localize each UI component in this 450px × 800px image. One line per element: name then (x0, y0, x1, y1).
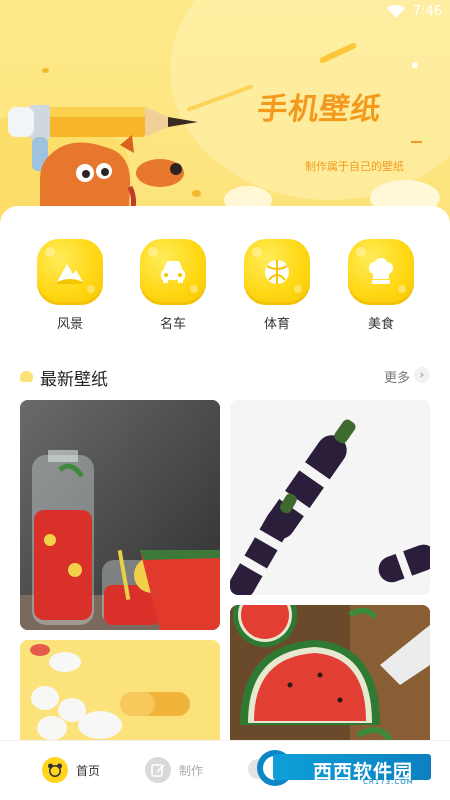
banner-subtitle: 制作属于自己的壁纸 (305, 160, 404, 173)
nav-make[interactable]: 制作 (145, 757, 203, 783)
header-banner: 7:46 手机壁纸 制作属于自己的壁纸 (0, 0, 450, 230)
status-bar: 7:46 (386, 4, 442, 19)
ball-icon (265, 260, 289, 284)
watermelon-slices-image (230, 605, 430, 760)
decor-dot (42, 68, 49, 73)
wallpaper-tile[interactable] (230, 400, 430, 595)
section-bullet-icon (20, 371, 33, 382)
mountain-icon (57, 264, 83, 284)
watermark-sub: CR173.COM (363, 778, 414, 786)
nav-home-label: 首页 (76, 763, 101, 778)
category-sports[interactable]: 体育 (242, 239, 312, 332)
chevron-right-icon[interactable]: › (414, 367, 430, 383)
category-label: 风景 (56, 317, 83, 332)
home-bear-icon (42, 757, 68, 783)
decor-dot (412, 62, 418, 68)
nav-home[interactable]: 首页 (42, 757, 100, 783)
wallpaper-tile[interactable] (20, 400, 220, 630)
eggplants-image (230, 400, 430, 595)
watermelon-drinks-image (20, 400, 220, 630)
status-time: 7:46 (412, 4, 442, 19)
category-icon-badge (348, 239, 414, 305)
wifi-icon (386, 5, 405, 18)
more-link[interactable]: 更多 (384, 367, 410, 386)
car-icon (161, 261, 185, 283)
banner-divider (411, 141, 422, 143)
banner-title: 手机壁纸 (255, 92, 384, 127)
watermark-logo: 西西软件园 CR173.COM (255, 744, 433, 792)
content-card: 风景 名车 体育 美食 最新壁纸 更多 › (0, 206, 450, 800)
category-icon-badge (140, 239, 206, 305)
latest-wallpapers-header: 最新壁纸 更多 › (20, 364, 430, 390)
category-icon-badge (244, 239, 310, 305)
category-label: 名车 (159, 317, 186, 332)
category-label: 体育 (263, 317, 290, 332)
category-food[interactable]: 美食 (346, 239, 416, 332)
category-icon-badge (37, 239, 103, 305)
chef-hat-icon (369, 258, 393, 284)
nav-make-label: 制作 (179, 763, 204, 778)
category-cars[interactable]: 名车 (138, 239, 208, 332)
edit-icon (145, 757, 171, 783)
section-title: 最新壁纸 (40, 370, 108, 390)
wallpaper-tile[interactable] (230, 605, 430, 760)
category-scenery[interactable]: 风景 (35, 239, 105, 332)
category-label: 美食 (367, 317, 394, 332)
